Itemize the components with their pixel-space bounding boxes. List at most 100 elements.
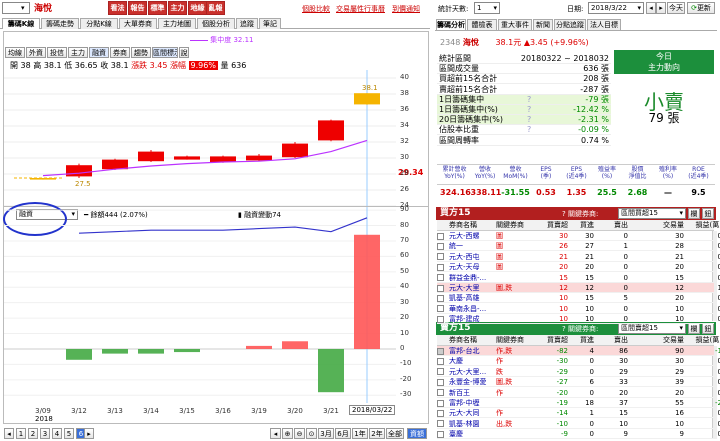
page-prev-button[interactable]: ◂ [4,428,14,439]
broker-name[interactable]: 臺慶 [449,429,494,439]
sell-range-select[interactable]: 區間賣超15 ▾ [618,323,686,334]
top-action-button[interactable]: 地緣 [188,1,207,15]
tab-right-0[interactable]: 籌碼分析 [436,19,466,30]
page-button[interactable]: 1 [16,428,26,439]
row-checkbox[interactable] [437,262,447,272]
broker-name[interactable]: 元大-西螺 [449,231,494,241]
broker-name[interactable]: 元大-西屯 [449,252,494,262]
checkbox[interactable] [437,357,444,365]
range-button[interactable]: 全部 [386,428,404,439]
days-select[interactable]: 1 ▾ [474,2,500,14]
row-checkbox[interactable] [437,273,447,283]
top-link[interactable]: 到價通知 [392,4,420,14]
broker-name[interactable]: 華南永昌-... [449,304,494,314]
checkbox[interactable] [437,347,444,355]
tab-right-5[interactable]: 法人目標 [587,19,621,30]
broker-name[interactable]: 統一 [449,241,494,251]
top-link[interactable]: 個股比較 [302,4,330,14]
row-checkbox[interactable] [437,377,447,387]
checkbox[interactable] [437,305,444,313]
quick-dropdown[interactable]: ▾ [2,2,30,14]
range-button[interactable]: 6月 [335,428,351,439]
broker-row[interactable]: 元大-西屯圖 21 21 0 21 0 [437,252,720,262]
broker-row[interactable]: 元大-天母圖 20 20 0 20 0 [437,262,720,273]
checkbox[interactable] [437,399,444,407]
row-checkbox[interactable] [437,283,447,293]
tab-left-2[interactable]: 分點K線 [80,18,118,29]
checkbox[interactable] [437,315,444,323]
broker-name[interactable]: 凱基-高雄 [449,293,494,303]
tab-left-6[interactable]: 追蹤 [236,18,258,29]
toolbar-button-8[interactable]: 說 [179,47,189,58]
row-checkbox[interactable] [437,346,447,356]
toolbar-button-1[interactable]: 外資 [26,47,46,58]
broker-name[interactable]: 富邦-台北 [449,346,494,356]
page-next-button[interactable]: ▸ [84,428,94,439]
top-action-button[interactable]: 看法 [108,1,127,15]
prev-day-button[interactable]: ◂ [646,2,656,14]
checkbox[interactable] [437,232,444,240]
page-button[interactable]: 5 [64,428,74,439]
row-checkbox[interactable] [437,419,447,429]
tab-left-4[interactable]: 主力地圖 [158,18,196,29]
tab-right-4[interactable]: 分點追蹤 [554,19,586,30]
top-action-button[interactable]: 主力 [168,1,187,15]
broker-row[interactable]: 新百王作 -20 0 20 20 0 [437,388,720,398]
range-button[interactable]: 2年 [369,428,385,439]
row-checkbox[interactable] [437,314,447,324]
broker-row[interactable]: 凱基-高雄 10 15 5 20 0 [437,293,720,304]
zoom-fit-icon[interactable]: ⊙ [306,428,317,439]
checkbox[interactable] [437,242,444,250]
broker-row[interactable]: 富邦-中壢 -19 18 37 55 -2 [437,398,720,408]
broker-row[interactable]: 統一圖 26 27 1 28 0 [437,241,720,252]
broker-row[interactable]: 大慶作 -30 0 30 30 0 [437,356,720,367]
tab-left-1[interactable]: 籌碼走勢 [41,18,79,29]
broker-name[interactable]: 群益金鼎-... [449,273,494,283]
zoom-out-icon[interactable]: ⊖ [294,428,305,439]
toolbar-button-7[interactable]: 區間標示 [152,47,178,58]
top-action-button[interactable]: 標準 [148,1,167,15]
tab-left-0[interactable]: 籌碼K線 [2,18,40,29]
broker-row[interactable]: 臺慶 -9 0 9 9 0 [437,429,720,440]
broker-name[interactable]: 大慶 [449,356,494,366]
toolbar-button-3[interactable]: 主力 [68,47,88,58]
broker-row[interactable]: 富邦-台北 作,跌 -82 4 86 90 -1 [437,346,720,356]
top-link[interactable]: 行事曆 [364,4,385,14]
broker-row[interactable]: 華南永昌-... 10 10 0 10 0 [437,304,720,314]
margin-chart[interactable] [4,207,396,403]
tab-right-1[interactable]: 體檢表 [467,19,497,30]
row-checkbox[interactable] [437,367,447,377]
toolbar-button-0[interactable]: 均線 [5,47,25,58]
tab-right-3[interactable]: 新聞 [533,19,553,30]
broker-row[interactable]: 元大-大里... 跌 -29 0 29 29 0 [437,367,720,377]
top-link[interactable]: 交易屬性 [336,4,364,14]
checkbox[interactable] [437,389,444,397]
row-checkbox[interactable] [437,408,447,418]
checkbox[interactable] [437,294,444,302]
broker-name[interactable]: 新百王 [449,388,494,398]
row-checkbox[interactable] [437,398,447,408]
row-checkbox[interactable] [437,356,447,366]
tab-right-2[interactable]: 重大事件 [498,19,532,30]
broker-name[interactable]: 富邦-建成 [449,314,494,324]
row-checkbox[interactable] [437,241,447,251]
sell-column-button[interactable]: 欄 [688,323,700,334]
checkbox[interactable] [437,263,444,271]
broker-name[interactable]: 元大-大同 [449,408,494,418]
toolbar-button-6[interactable]: 趨勢 [131,47,151,58]
broker-name[interactable]: 元大-大里... [449,367,494,377]
range-button[interactable]: 3月 [318,428,334,439]
buy-toggle-button[interactable]: 鈕 [702,208,714,219]
broker-row[interactable]: 元大-大里 圖,跌 12 12 0 12 1 [437,283,720,293]
page-button[interactable]: 4 [52,428,62,439]
checkbox[interactable] [437,409,444,417]
buy-column-button[interactable]: 欄 [688,208,700,219]
today-button[interactable]: 今天 [667,2,685,14]
row-checkbox[interactable] [437,252,447,262]
row-checkbox[interactable] [437,388,447,398]
broker-name[interactable]: 元大-天母 [449,262,494,272]
row-checkbox[interactable] [437,304,447,314]
broker-row[interactable]: 凱基-林園 出,跌 -10 0 10 10 0 [437,419,720,429]
toolbar-button-5[interactable]: 券商 [110,47,130,58]
zoom-in-icon[interactable]: ⊕ [282,428,293,439]
